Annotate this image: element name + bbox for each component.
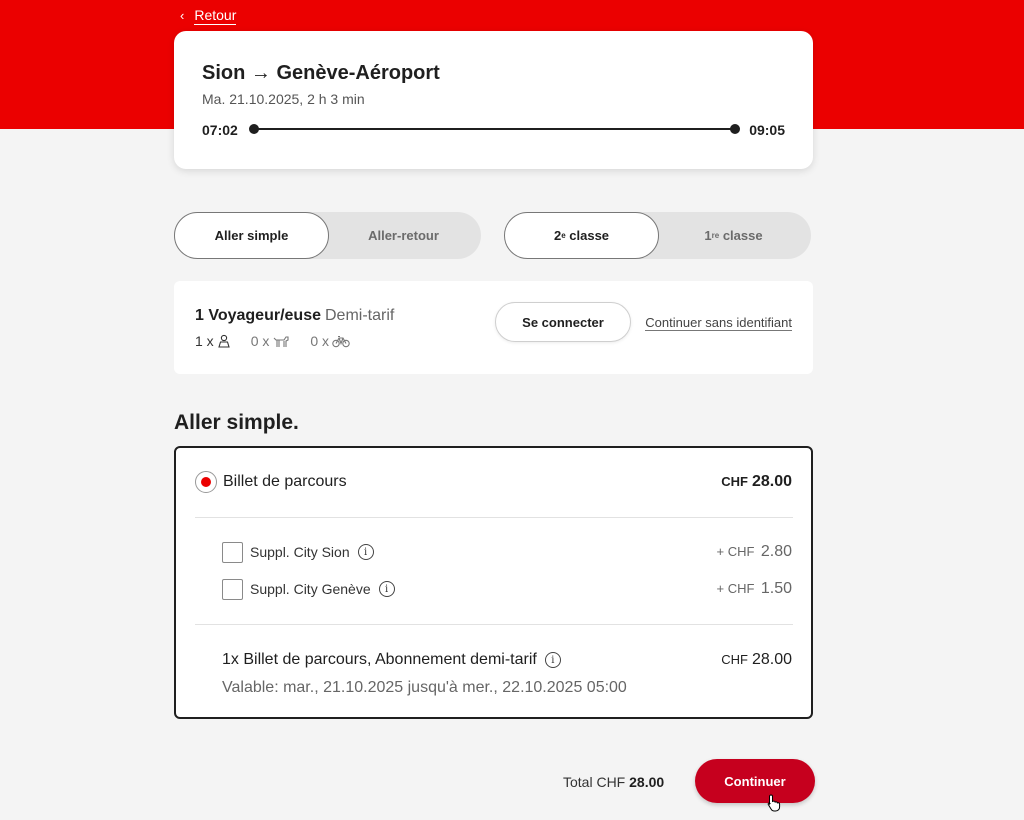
supplement-row: Suppl. City Sion i	[222, 541, 374, 563]
option-return[interactable]: Aller-retour	[326, 212, 481, 259]
traveller-count: 1 Voyageur/euse	[195, 307, 321, 324]
supplement-label: Suppl. City Genève	[250, 581, 371, 597]
arrival-time: 09:05	[749, 122, 785, 138]
ticket-offer-card: Billet de parcours CHF 28.00 Suppl. City …	[174, 446, 813, 719]
ticket-price: CHF 28.00	[721, 473, 792, 491]
discount-label: Demi-tarif	[324, 307, 395, 324]
summary-price: CHF 28.00	[721, 651, 792, 669]
supplement-checkbox[interactable]	[222, 578, 243, 600]
back-label: Retour	[194, 7, 237, 25]
journey-type-toggle: Aller simple Aller-retour	[174, 212, 481, 259]
summary-currency: CHF	[721, 652, 748, 667]
class-number: 1	[704, 228, 712, 243]
ticket-currency: CHF	[721, 474, 748, 489]
ticket-price-value: 28.00	[751, 473, 792, 490]
option-first-class[interactable]: 1 re classe	[656, 212, 811, 259]
divider	[195, 624, 793, 625]
person-icon	[217, 334, 230, 348]
ticket-summary-line: 1x Billet de parcours, Abonnement demi-t…	[222, 651, 561, 669]
summary-price-value: 28.00	[751, 651, 792, 668]
traveller-card: 1 Voyageur/euse Demi-tarif 1 x 0 x 0 x Se…	[174, 281, 813, 374]
class-ordinal: e	[561, 231, 566, 240]
traveller-summary[interactable]: 1 Voyageur/euse Demi-tarif	[195, 307, 394, 325]
bicycle-count-value: 0 x	[310, 333, 330, 349]
supplement-price-value: 2.80	[760, 543, 792, 560]
trip-arrow: →	[250, 62, 271, 84]
continue-button[interactable]: Continuer	[695, 759, 815, 803]
adult-count: 1 x	[195, 333, 231, 349]
supplement-label: Suppl. City Sion	[250, 544, 350, 560]
pointer-cursor-icon	[767, 794, 781, 812]
supplement-price-value: 1.50	[760, 580, 792, 597]
option-one-way[interactable]: Aller simple	[174, 212, 329, 259]
dog-count-value: 0 x	[250, 333, 270, 349]
class-number: 2	[553, 228, 562, 243]
arrival-dot	[730, 124, 740, 134]
divider	[195, 517, 793, 518]
offer-section-title: Aller simple.	[174, 411, 299, 434]
trip-origin: Sion	[202, 62, 246, 84]
validity-text: Valable: mar., 21.10.2025 jusqu'à mer., …	[222, 679, 627, 696]
supplement-checkbox[interactable]	[222, 541, 243, 563]
supplement-price: + CHF 2.80	[716, 543, 792, 561]
trip-card: Sion → Genève-Aéroport Ma. 21.10.2025, 2…	[174, 31, 813, 169]
total-value: 28.00	[629, 774, 665, 790]
bicycle-icon	[332, 335, 350, 348]
bicycle-count: 0 x	[310, 333, 350, 349]
ticket-summary-text: 1x Billet de parcours, Abonnement demi-t…	[222, 651, 537, 668]
continue-as-guest-link[interactable]: Continuer sans identifiant	[645, 315, 792, 331]
traveller-counts: 1 x 0 x 0 x	[195, 333, 350, 349]
ticket-radio[interactable]	[195, 471, 217, 493]
supplement-price-prefix: + CHF	[716, 544, 755, 559]
dog-icon	[273, 336, 289, 347]
login-button[interactable]: Se connecter	[495, 302, 631, 342]
supplement-row: Suppl. City Genève i	[222, 578, 395, 600]
adult-count-value: 1 x	[195, 333, 214, 349]
info-icon[interactable]: i	[544, 652, 561, 668]
class-ordinal: re	[711, 231, 720, 240]
total-label: Total CHF	[563, 774, 626, 790]
class-label: classe	[569, 228, 610, 243]
class-toggle: 2e classe 1 re classe	[504, 212, 811, 259]
info-icon[interactable]: i	[357, 544, 374, 560]
trip-date-duration: Ma. 21.10.2025, 2 h 3 min	[202, 91, 365, 107]
info-icon[interactable]: i	[378, 581, 395, 597]
supplement-price-prefix: + CHF	[716, 581, 755, 596]
dog-count: 0 x	[251, 333, 291, 349]
departure-time: 07:02	[202, 122, 238, 138]
trip-destination: Genève-Aéroport	[276, 62, 440, 84]
supplement-price: + CHF 1.50	[716, 580, 792, 598]
class-label: classe	[722, 228, 763, 243]
chevron-left-icon: ‹	[180, 8, 185, 23]
journey-line	[254, 128, 737, 130]
total-price: Total CHF 28.00	[563, 774, 664, 790]
ticket-name: Billet de parcours	[223, 473, 347, 490]
back-link[interactable]: ‹ Retour	[180, 7, 237, 25]
option-second-class[interactable]: 2e classe	[504, 212, 659, 259]
trip-title: Sion → Genève-Aéroport	[202, 62, 440, 85]
